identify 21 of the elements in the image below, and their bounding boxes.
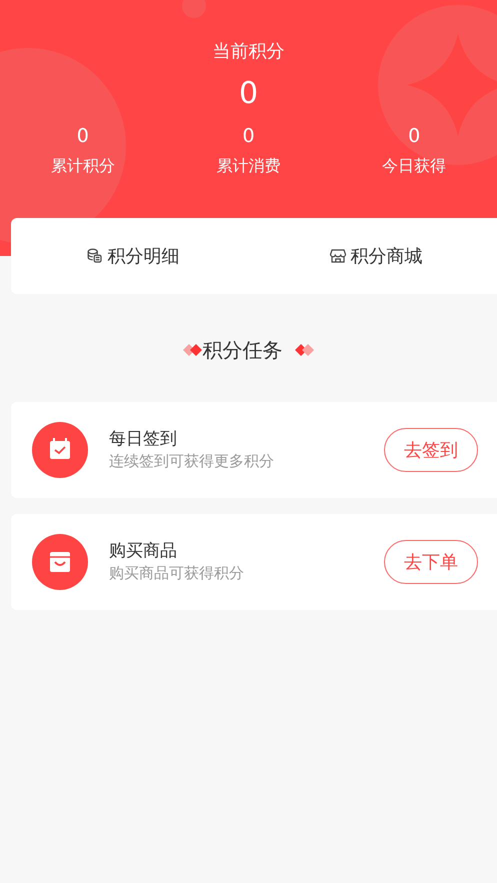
- diamond-icon: [182, 344, 202, 356]
- link-button[interactable]: 积分明细: [11, 218, 254, 294]
- task-description: 连续签到可获得更多积分: [109, 451, 275, 472]
- section-title: 积分任务: [202, 336, 282, 364]
- stat-value: 0: [408, 124, 420, 148]
- task-title: 购买商品: [109, 540, 178, 562]
- points-value: 0: [238, 75, 258, 113]
- stat-label: 累计消费: [216, 155, 280, 177]
- stat-label: 今日获得: [382, 155, 446, 177]
- stat-value: 0: [242, 124, 255, 148]
- shopping-bag-icon: [32, 534, 88, 590]
- stat-value: 0: [76, 124, 89, 148]
- link-button[interactable]: 积分商城: [254, 218, 497, 294]
- calendar-icon: [32, 422, 88, 478]
- task-description: 购买商品可获得积分: [109, 563, 245, 584]
- store-icon: [328, 247, 346, 265]
- coins-icon: [86, 247, 104, 265]
- diamond-icon: [294, 344, 314, 356]
- points-title: 当前积分: [212, 40, 284, 64]
- task-title: 每日签到: [109, 428, 178, 450]
- stat-label: 累计积分: [50, 155, 115, 177]
